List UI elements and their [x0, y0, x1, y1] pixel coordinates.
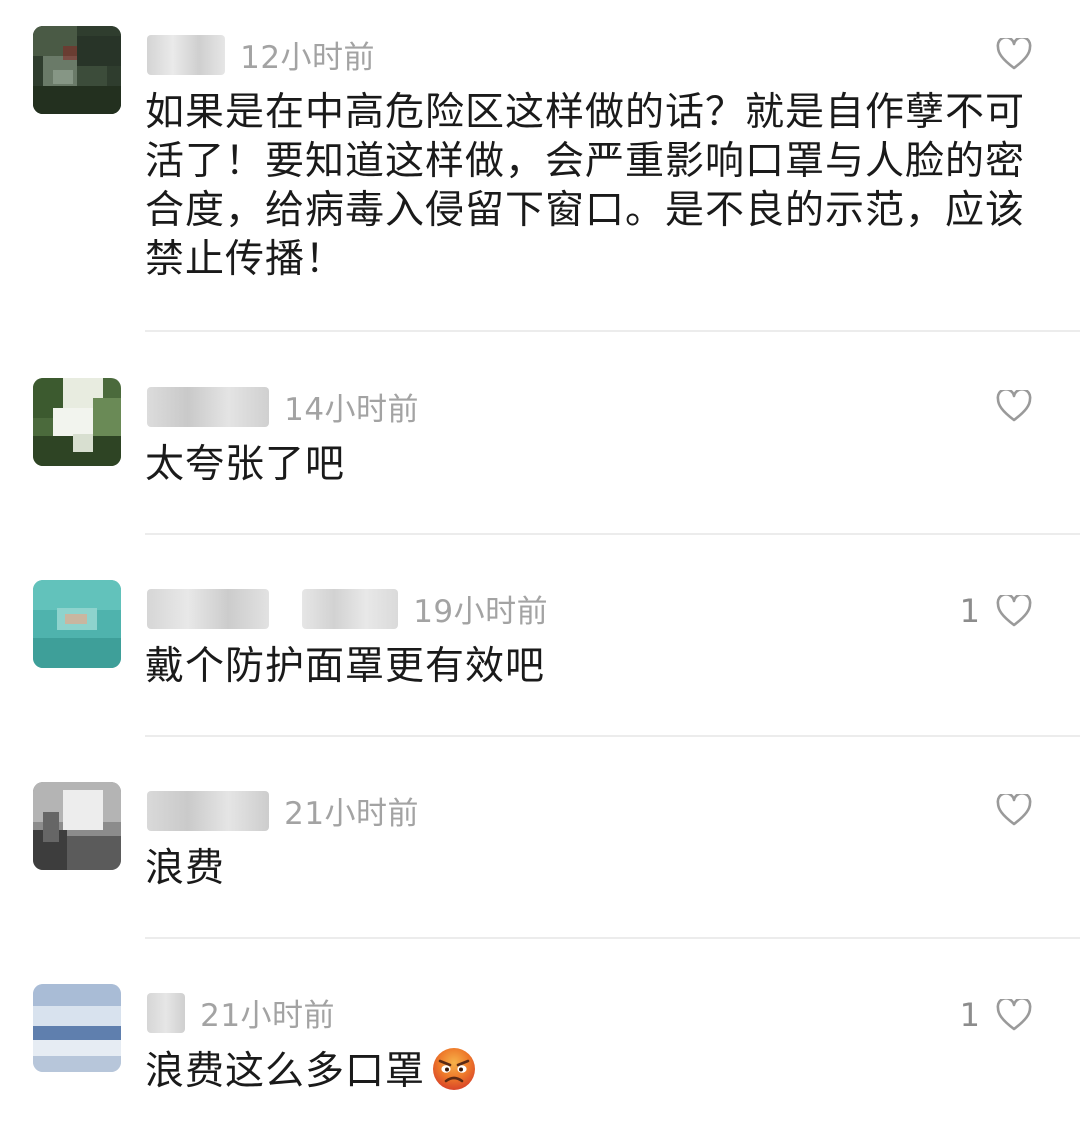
like-count: 1	[959, 592, 980, 630]
like-button[interactable]	[980, 794, 1032, 826]
avatar[interactable]	[33, 782, 121, 870]
comment-meta: 19小时前	[147, 586, 548, 630]
comment-item: 21小时前 1 浪费这么多口罩	[0, 984, 1080, 1134]
comment-text: 浪费这么多口罩	[145, 1049, 426, 1094]
comment-item: 14小时前 太夸张了吧	[0, 378, 1080, 528]
divider	[145, 533, 1080, 535]
heart-icon[interactable]	[996, 794, 1032, 826]
comment-text: 太夸张了吧	[145, 442, 346, 487]
divider	[145, 735, 1080, 737]
comment-feed: 12小时前 如果是在中高危险区这样做的话？就是自作孽不可活了！要知道这样做，会严…	[0, 0, 1080, 1137]
heart-icon[interactable]	[996, 595, 1032, 627]
heart-icon[interactable]	[996, 390, 1032, 422]
heart-icon[interactable]	[996, 38, 1032, 70]
like-button[interactable]: 1	[960, 996, 1032, 1034]
angry-face-icon	[431, 1046, 477, 1104]
comment-item: 19小时前 1 戴个防护面罩更有效吧	[0, 580, 1080, 730]
like-button[interactable]	[980, 390, 1032, 422]
username-blurred[interactable]	[147, 34, 225, 75]
comment-meta: 21小时前	[147, 990, 335, 1034]
avatar[interactable]	[33, 26, 121, 114]
comment-meta: 14小时前	[147, 384, 419, 428]
avatar[interactable]	[33, 378, 121, 466]
comment-text: 浪费	[145, 846, 226, 891]
comment-meta: 21小时前	[147, 788, 419, 832]
comment-text: 戴个防护面罩更有效吧	[145, 644, 546, 689]
like-count: 1	[959, 996, 980, 1034]
divider	[145, 330, 1080, 332]
comment-time: 21小时前	[200, 998, 336, 1034]
like-button[interactable]: 1	[960, 592, 1032, 630]
username-blurred[interactable]	[147, 790, 269, 831]
like-button[interactable]	[980, 38, 1032, 70]
username-blurred[interactable]	[147, 588, 269, 629]
divider	[145, 937, 1080, 939]
heart-icon[interactable]	[996, 999, 1032, 1031]
comment-time: 12小时前	[240, 40, 376, 76]
comment-item: 12小时前 如果是在中高危险区这样做的话？就是自作孽不可活了！要知道这样做，会严…	[0, 26, 1080, 336]
comment-text: 如果是在中高危险区这样做的话？就是自作孽不可活了！要知道这样做，会严重影响口罩与…	[145, 90, 1026, 282]
avatar[interactable]	[33, 580, 121, 668]
username-blurred[interactable]	[147, 992, 185, 1033]
comment-time: 19小时前	[413, 594, 549, 630]
comment-time: 14小时前	[284, 392, 420, 428]
comment-text-row: 浪费这么多口罩	[145, 1046, 1045, 1104]
comment-time: 21小时前	[284, 796, 420, 832]
comment-item: 21小时前 浪费	[0, 782, 1080, 932]
user-badge-blurred	[302, 588, 399, 629]
username-blurred[interactable]	[147, 386, 269, 427]
comment-meta: 12小时前	[147, 32, 375, 76]
avatar[interactable]	[33, 984, 121, 1072]
